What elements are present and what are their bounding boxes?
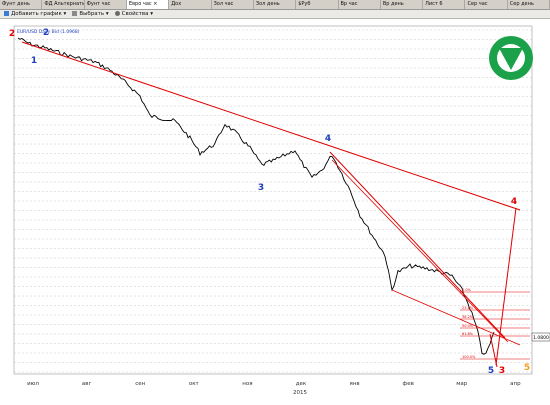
tab-3[interactable]: Евро час × [126, 0, 170, 9]
gear-icon [114, 11, 120, 16]
tab-4[interactable]: Дох [169, 0, 212, 9]
tab-8[interactable]: Вр час [339, 0, 381, 9]
tab-bar: Фунт деньФД АльтернативаФунт часЕвро час… [0, 0, 550, 10]
x-tick-label: ноя [242, 381, 252, 387]
properties-button[interactable]: Свойства ▾ [114, 11, 153, 17]
wave-label: 5 [488, 366, 494, 376]
fib-level-label: 61.8% [462, 332, 474, 336]
select-button[interactable]: Выбрать ▾ [72, 11, 109, 17]
fib-level-label: 23.6% [462, 306, 474, 310]
price-label: 1.0800 [533, 335, 549, 341]
x-tick-label: фев [403, 381, 414, 387]
x-tick-label: сен [135, 381, 145, 387]
x-tick-label: авг [82, 381, 92, 387]
tab-2[interactable]: Фунт час [85, 0, 127, 9]
wave-label: 5 [524, 363, 530, 373]
cursor-icon [72, 11, 78, 16]
tab-7[interactable]: $Руб [296, 0, 339, 9]
fib-level-label: 50.0% [462, 324, 474, 328]
tab-6[interactable]: Зол день [254, 0, 297, 9]
tab-10[interactable]: Лист 6 [423, 0, 466, 9]
chart-svg: июл авг сен окт ноя дек янв фев мар апр2015EUR/US… [9, 25, 550, 396]
x-tick-label: апр [510, 381, 521, 387]
x-tick-label: янв [350, 381, 360, 387]
tab-9[interactable]: Вр день [381, 0, 424, 9]
price-chart[interactable]: июл авг сен окт ноя дек янв фев мар апр 2015 EUR/US… [0, 20, 550, 401]
x-tick-label: дек [296, 381, 307, 387]
plot-frame [13, 25, 533, 375]
chart-toolbar: Добавить график ▾ Выбрать ▾ Свойства ▾ [0, 10, 550, 19]
fib-level-label: 100.0% [462, 355, 476, 359]
fib-level-label: 38.2% [462, 315, 474, 319]
tab-12[interactable]: Сер день [508, 0, 550, 9]
chart-icon [4, 11, 9, 16]
year-label: 2015 [293, 390, 307, 396]
x-tick-label: мар [456, 381, 468, 387]
tab-11[interactable]: Сер час [465, 0, 508, 9]
close-icon[interactable]: × [152, 1, 157, 7]
tab-0[interactable]: Фунт день [0, 0, 43, 9]
add-chart-button[interactable]: Добавить график ▾ [4, 11, 66, 17]
tab-1[interactable]: ФД Альтернатива [42, 0, 85, 9]
wave-label: 1 [31, 56, 37, 66]
wave-label: 4 [511, 197, 517, 207]
wave-label: 4 [325, 134, 331, 144]
x-tick-label: окт [189, 381, 200, 387]
wave-label: 2 [43, 28, 49, 38]
wave-label: 2 [9, 29, 15, 39]
wave-label: 3 [258, 183, 264, 193]
wave-label: 3 [499, 366, 505, 376]
tab-5[interactable]: Зол час [212, 0, 254, 9]
fib-level-label: 0.0% [462, 288, 472, 292]
x-tick-label: июл [27, 381, 39, 387]
